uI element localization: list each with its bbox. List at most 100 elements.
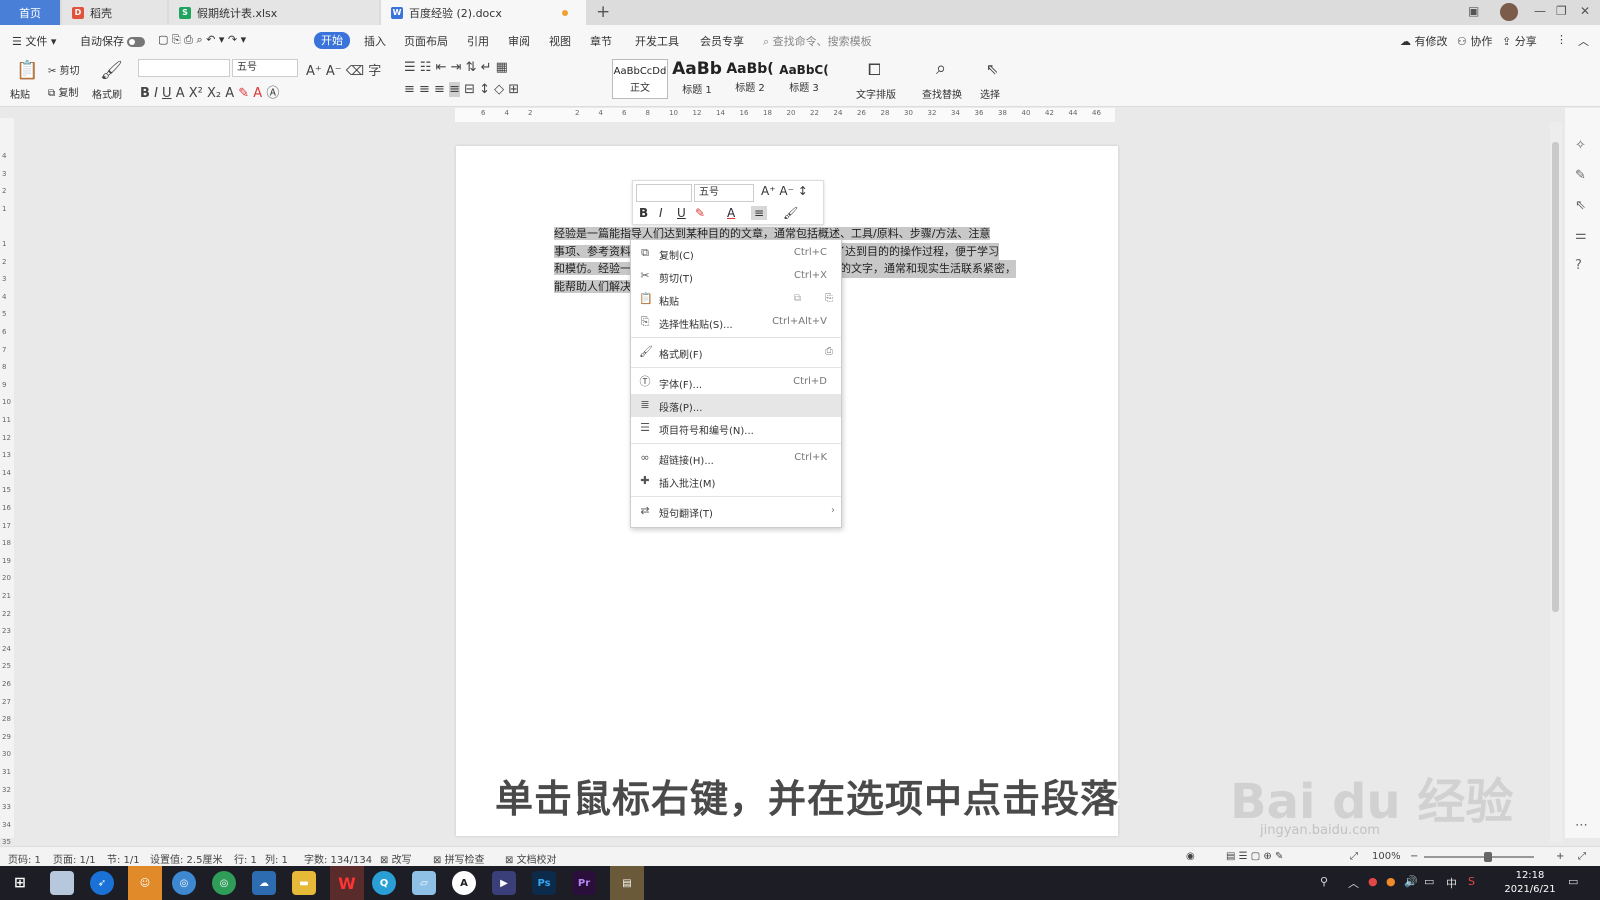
text-layout-label[interactable]: 文字排版 [856, 86, 896, 101]
font-grow-shrink-icons[interactable]: A⁺ A⁻ ⌫ 字 [306, 60, 381, 79]
collapse-ribbon-icon[interactable]: ︿ [1578, 33, 1589, 49]
media-player-icon[interactable]: ▶ [492, 871, 516, 895]
menu-item-format-painter[interactable]: 🖌 格式刷(F) ⎙ [631, 341, 841, 364]
restore-icon[interactable]: ❐ [1556, 4, 1567, 18]
notepad-app-icon[interactable] [50, 871, 74, 895]
tab-home[interactable]: 首页 [0, 0, 60, 25]
menu-developer[interactable]: 开发工具 [635, 33, 679, 49]
zoom-out-icon[interactable]: − [1410, 851, 1418, 862]
select-label[interactable]: 选择 [980, 86, 1000, 101]
menu-item-paste[interactable]: 📋 粘贴 ⧉ ⎘ [631, 288, 841, 311]
menu-review[interactable]: 审阅 [508, 33, 530, 49]
command-search[interactable]: ⌕ 查找命令、搜索模板 [763, 33, 872, 49]
volume-icon[interactable]: 🔊 [1404, 875, 1418, 888]
avatar[interactable] [1500, 3, 1518, 21]
modified-button[interactable]: ☁ 有修改 [1400, 33, 1448, 49]
view-mode-icons[interactable]: ▤ ☰ ▢ ⊕ ✎ [1226, 851, 1283, 862]
spell-check-toggle[interactable]: ⊠ 拼写检查 [433, 851, 485, 866]
menu-item-cut[interactable]: ✂ 剪切(T) Ctrl+X [631, 265, 841, 288]
mini-bold-icon[interactable]: B [639, 206, 648, 220]
person-tray-icon[interactable]: ⚲ [1320, 875, 1328, 888]
zoom-in-icon[interactable]: + [1556, 851, 1564, 862]
style-heading2[interactable]: AaBb( 标题 2 [724, 59, 776, 99]
paste-text-only-icon[interactable]: ⎘ [825, 293, 833, 304]
copy-button[interactable]: ⧉ 复制 [48, 84, 78, 99]
edit-icon[interactable]: ✎ [1575, 168, 1586, 183]
zoom-slider-handle[interactable] [1484, 852, 1492, 862]
mini-font-name-select[interactable] [636, 184, 692, 202]
wps-app-icon[interactable]: W [330, 866, 364, 900]
menu-view[interactable]: 视图 [549, 33, 571, 49]
chrome-app-icon[interactable]: ◎ [172, 871, 196, 895]
doc-proof-toggle[interactable]: ⊠ 文档校对 [505, 851, 557, 866]
orange-app-icon[interactable]: ☺ [128, 866, 162, 900]
new-tab-button[interactable]: + [596, 2, 610, 22]
zoom-slider[interactable] [1424, 856, 1534, 858]
collaborate-button[interactable]: ⚇ 协作 [1457, 33, 1492, 49]
tab-document-active[interactable]: W 百度经验 (2).docx [381, 0, 586, 25]
menu-member[interactable]: 会员专享 [700, 33, 744, 49]
help-icon[interactable]: ? [1575, 258, 1582, 273]
menu-item-bullets-numbering[interactable]: ☰ 项目符号和编号(N)... [631, 417, 841, 440]
menu-item-insert-comment[interactable]: ✚ 插入批注(M) [631, 470, 841, 493]
share-button[interactable]: ⇪ 分享 [1502, 33, 1537, 49]
font-format-icons[interactable]: B I U A X² X₂ A ✎ A Ⓐ [140, 82, 279, 101]
overwrite-toggle[interactable]: ⊠ 改写 [380, 851, 412, 866]
style-normal[interactable]: AaBbCcDd 正文 [612, 59, 668, 99]
cut-button[interactable]: ✂ 剪切 [48, 62, 80, 77]
menu-item-hyperlink[interactable]: ∞ 超链接(H)... Ctrl+K [631, 447, 841, 470]
menu-page-layout[interactable]: 页面布局 [404, 33, 448, 49]
menu-chapter[interactable]: 章节 [590, 33, 612, 49]
autosave-toggle[interactable]: 自动保存 [80, 33, 145, 49]
mini-underline-icon[interactable]: U [677, 206, 686, 220]
font-size-select[interactable]: 五号 [232, 59, 298, 77]
window-layout-icon[interactable]: ▣ [1468, 4, 1479, 18]
system-clock[interactable]: 12:18 2021/6/21 [1500, 869, 1560, 897]
paragraph-align-icons[interactable]: ≡ ≡ ≡ ≡ ⊟ ↕ ◇ ⊞ [404, 82, 519, 97]
a-app-icon[interactable]: A [452, 871, 476, 895]
format-painter-icon[interactable]: 🖌 [100, 60, 123, 81]
photoshop-icon[interactable]: Ps [532, 871, 556, 895]
tray-app-2-icon[interactable]: ● [1386, 875, 1396, 888]
feather-app-icon[interactable]: ➶ [90, 871, 114, 895]
select-cursor-icon[interactable]: ⇖ [986, 60, 999, 78]
settings-icon[interactable]: ⚌ [1575, 228, 1587, 243]
text-layout-icon[interactable]: ⧠ [868, 60, 881, 80]
file-menu[interactable]: ☰ 文件 ▾ [12, 33, 56, 49]
q-app-icon[interactable]: Q [372, 871, 396, 895]
font-name-select[interactable] [138, 59, 230, 77]
chrome-app-2-icon[interactable]: ◎ [212, 871, 236, 895]
style-panel-icon[interactable]: ✧ [1575, 138, 1586, 153]
paste-icon[interactable]: 📋 [16, 60, 38, 81]
minimize-icon[interactable]: — [1534, 4, 1546, 18]
find-replace-label[interactable]: 查找替换 [922, 86, 962, 101]
scrollbar-thumb[interactable] [1552, 142, 1559, 612]
mini-highlight-icon[interactable]: ✎ [695, 206, 705, 220]
find-replace-icon[interactable]: ⌕ [936, 58, 946, 79]
more-icon[interactable]: ⋮ [1556, 33, 1567, 46]
mini-font-color-icon[interactable]: A [727, 206, 735, 220]
menu-item-font[interactable]: Ⓣ 字体(F)... Ctrl+D [631, 371, 841, 394]
file-explorer-icon[interactable]: ▬ [292, 871, 316, 895]
vertical-ruler[interactable]: 4 3 2 1 1 2 3 4 5 6 7 8 9 10 11 12 13 14 15 16 17 18 19 20 21 22 2… [0, 118, 14, 846]
paragraph-list-icons[interactable]: ☰ ☷ ⇤ ⇥ ⇅ ↵ ▦ [404, 60, 508, 75]
mini-align-icon[interactable]: ≡ [751, 206, 768, 220]
horizontal-ruler[interactable]: 6 4 2 2 4 6 8 10 12 14 16 18 20 22 24 26 28 30 32 34 36 38 40 4… [455, 108, 1115, 122]
style-heading3[interactable]: AaBbC( 标题 3 [778, 59, 830, 99]
premiere-icon[interactable]: Pr [572, 871, 596, 895]
menu-insert[interactable]: 插入 [364, 33, 386, 49]
tray-expand-icon[interactable]: ︿ [1348, 875, 1359, 891]
menu-item-paragraph[interactable]: ≣ 段落(P)... [631, 394, 841, 417]
network-icon[interactable]: ▭ [1424, 875, 1434, 888]
mini-font-size-select[interactable]: 五号 [694, 184, 754, 202]
mini-grow-shrink-icons[interactable]: A⁺ A⁻ ↕ [761, 184, 808, 198]
vertical-scrollbar[interactable] [1550, 122, 1562, 842]
menu-item-translate[interactable]: ⇄ 短句翻译(T) › [631, 500, 841, 523]
recorder-app-icon[interactable]: ▤ [610, 866, 644, 900]
mini-format-painter-icon[interactable]: 🖌 [783, 206, 798, 220]
tab-docer[interactable]: D 稻壳 [62, 0, 167, 25]
quick-access-icons[interactable]: ▢ ⎘ ⎙ ⌕ ↶ ▾ ↷ ▾ [158, 33, 246, 47]
menu-item-paste-special[interactable]: ⎘ 选择性粘贴(S)... Ctrl+Alt+V [631, 311, 841, 334]
tray-app-icon[interactable]: ● [1368, 875, 1378, 888]
eye-protect-icon[interactable]: ◉ [1186, 851, 1195, 862]
